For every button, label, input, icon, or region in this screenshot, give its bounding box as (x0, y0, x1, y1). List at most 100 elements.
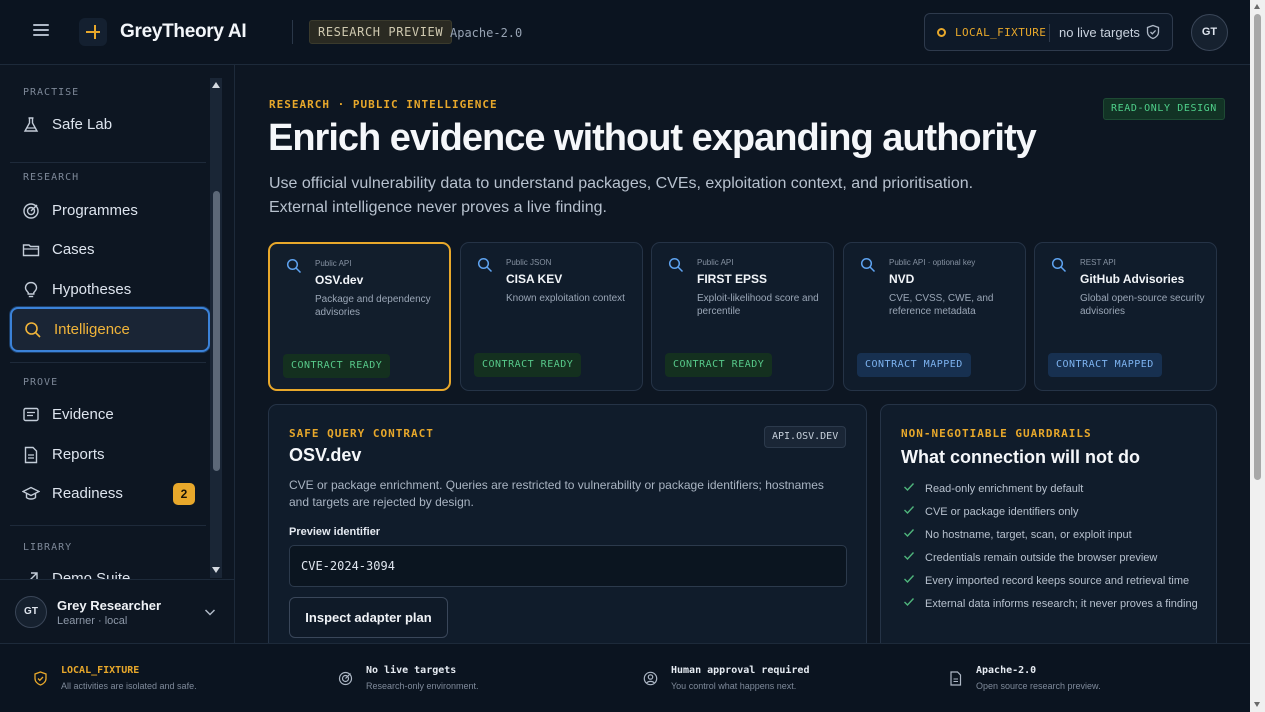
sidebar-item-label: Reports (52, 446, 105, 463)
footer-title: Apache-2.0 (976, 665, 1037, 676)
status-badge: CONTRACT MAPPED (857, 353, 971, 377)
section-label-practise: PRACTISE (23, 87, 80, 98)
guardrail-text: Every imported record keeps source and r… (925, 575, 1190, 587)
safe-query-contract-panel: SAFE QUERY CONTRACT OSV.dev API.OSV.DEV … (268, 404, 867, 643)
check-icon (904, 575, 915, 584)
status-dot-icon (937, 28, 946, 37)
source-card-cisa-kev[interactable]: Public JSON CISA KEV Known exploitation … (460, 242, 643, 391)
guardrails-list: Read-only enrichment by default CVE or p… (901, 481, 1211, 619)
sidebar-item-intelligence[interactable]: Intelligence (10, 307, 210, 352)
page-eyebrow: RESEARCH · PUBLIC INTELLIGENCE (269, 98, 498, 111)
environment-status-button[interactable]: LOCAL_FIXTURE no live targets (924, 13, 1173, 51)
source-card-github-advisories[interactable]: REST API GitHub Advisories Global open-s… (1034, 242, 1217, 391)
user-menu[interactable]: GT Grey Researcher Learner · local (0, 579, 234, 643)
source-card-nvd[interactable]: Public API · optional key NVD CVE, CVSS,… (843, 242, 1026, 391)
evidence-icon (23, 407, 39, 422)
read-only-badge: READ-ONLY DESIGN (1103, 98, 1225, 120)
search-icon (1051, 257, 1067, 273)
scroll-up-icon[interactable] (1254, 4, 1260, 9)
page-title: Enrich evidence without expanding author… (268, 117, 1037, 159)
api-host-chip: API.OSV.DEV (764, 426, 847, 448)
status-badge: CONTRACT MAPPED (1048, 353, 1162, 377)
document-icon (950, 671, 962, 686)
sidebar-item-programmes[interactable]: Programmes (10, 191, 208, 231)
sidebar-item-reports[interactable]: Reports (10, 435, 208, 475)
user-avatar[interactable]: GT (1191, 14, 1228, 51)
sidebar-scroll-thumb[interactable] (213, 191, 220, 471)
sidebar-divider (10, 162, 206, 163)
section-label-research: RESEARCH (23, 172, 80, 183)
check-icon (904, 598, 915, 607)
page-subtitle: Use official vulnerability data to under… (269, 175, 974, 216)
panel-eyebrow: SAFE QUERY CONTRACT (289, 427, 434, 440)
footer-subtitle: All activities are isolated and safe. (61, 681, 197, 691)
sidebar-item-safe-lab[interactable]: Safe Lab (10, 105, 208, 145)
window-scroll-thumb[interactable] (1254, 14, 1261, 480)
guardrail-text: Credentials remain outside the browser p… (925, 552, 1158, 564)
sidebar-item-label: Evidence (52, 406, 114, 423)
environment-divider (1049, 24, 1050, 42)
footer-subtitle: Research-only environment. (366, 681, 479, 691)
source-card-osv[interactable]: Public API OSV.dev Package and dependenc… (268, 242, 451, 391)
scroll-down-icon[interactable] (211, 566, 221, 574)
sidebar-item-label: Hypotheses (52, 281, 132, 298)
status-badge: CONTRACT READY (283, 354, 391, 378)
menu-icon[interactable] (33, 24, 49, 40)
source-type: Public API (697, 258, 734, 267)
readiness-count-badge: 2 (173, 483, 195, 505)
list-item: CVE or package identifiers only (901, 504, 1211, 527)
shield-check-icon (1146, 24, 1160, 40)
preview-identifier-label: Preview identifier (289, 526, 381, 538)
research-preview-badge: RESEARCH PREVIEW (309, 20, 453, 44)
user-circle-icon (643, 671, 658, 686)
target-icon (23, 203, 39, 219)
check-icon (904, 506, 915, 515)
guardrails-panel: NON-NEGOTIABLE GUARDRAILS What connectio… (880, 404, 1217, 643)
list-item: External data informs research; it never… (901, 596, 1211, 619)
window-scrollbar[interactable] (1250, 0, 1265, 712)
source-type: Public API (315, 259, 352, 268)
scroll-down-icon[interactable] (1254, 702, 1260, 707)
sidebar-item-label: Programmes (52, 202, 138, 219)
source-description: CVE, CVSS, CWE, and reference metadata (889, 293, 994, 317)
sidebar-item-label: Safe Lab (52, 116, 113, 133)
sidebar-item-hypotheses[interactable]: Hypotheses (10, 270, 208, 310)
panel-title: What connection will not do (901, 447, 1140, 467)
source-name: FIRST EPSS (697, 272, 768, 286)
environment-label: LOCAL_FIXTURE (955, 26, 1047, 39)
status-footer: LOCAL_FIXTURE All activities are isolate… (0, 643, 1250, 712)
guardrail-text: External data informs research; it never… (925, 598, 1198, 610)
search-icon (477, 257, 493, 273)
sidebar-item-cases[interactable]: Cases (10, 230, 208, 270)
list-item: No hostname, target, scan, or exploit in… (901, 527, 1211, 550)
source-description: Package and dependency advisories (315, 294, 431, 318)
top-header: GreyTheory AI RESEARCH PREVIEW Apache-2.… (0, 0, 1250, 65)
search-icon (860, 257, 876, 273)
source-name: NVD (889, 272, 915, 286)
check-icon (904, 483, 915, 492)
license-label: Apache-2.0 (450, 26, 523, 40)
source-description: Known exploitation context (506, 293, 625, 304)
sidebar-item-readiness[interactable]: Readiness 2 (10, 474, 208, 514)
logo-icon (79, 18, 107, 46)
sidebar-divider (10, 362, 206, 363)
list-item: Every imported record keeps source and r… (901, 573, 1211, 596)
lightbulb-icon (24, 281, 38, 298)
source-type: Public JSON (506, 258, 552, 267)
sidebar-divider (10, 525, 206, 526)
preview-identifier-input[interactable]: CVE-2024-3094 (289, 545, 847, 587)
check-icon (904, 529, 915, 538)
source-description: Global open-source security advisories (1080, 293, 1205, 317)
section-label-prove: PROVE (23, 377, 59, 388)
source-name: OSV.dev (315, 273, 364, 287)
sidebar-item-label: Cases (52, 241, 95, 258)
footer-subtitle: You control what happens next. (671, 681, 797, 691)
source-card-first-epss[interactable]: Public API FIRST EPSS Exploit-likelihood… (651, 242, 834, 391)
sidebar-item-evidence[interactable]: Evidence (10, 395, 208, 435)
section-label-library: LIBRARY (23, 542, 73, 553)
status-badge: CONTRACT READY (665, 353, 773, 377)
inspect-adapter-plan-button[interactable]: Inspect adapter plan (289, 597, 448, 638)
footer-title: No live targets (366, 665, 457, 676)
scroll-up-icon[interactable] (211, 81, 221, 89)
source-name: GitHub Advisories (1080, 272, 1185, 286)
